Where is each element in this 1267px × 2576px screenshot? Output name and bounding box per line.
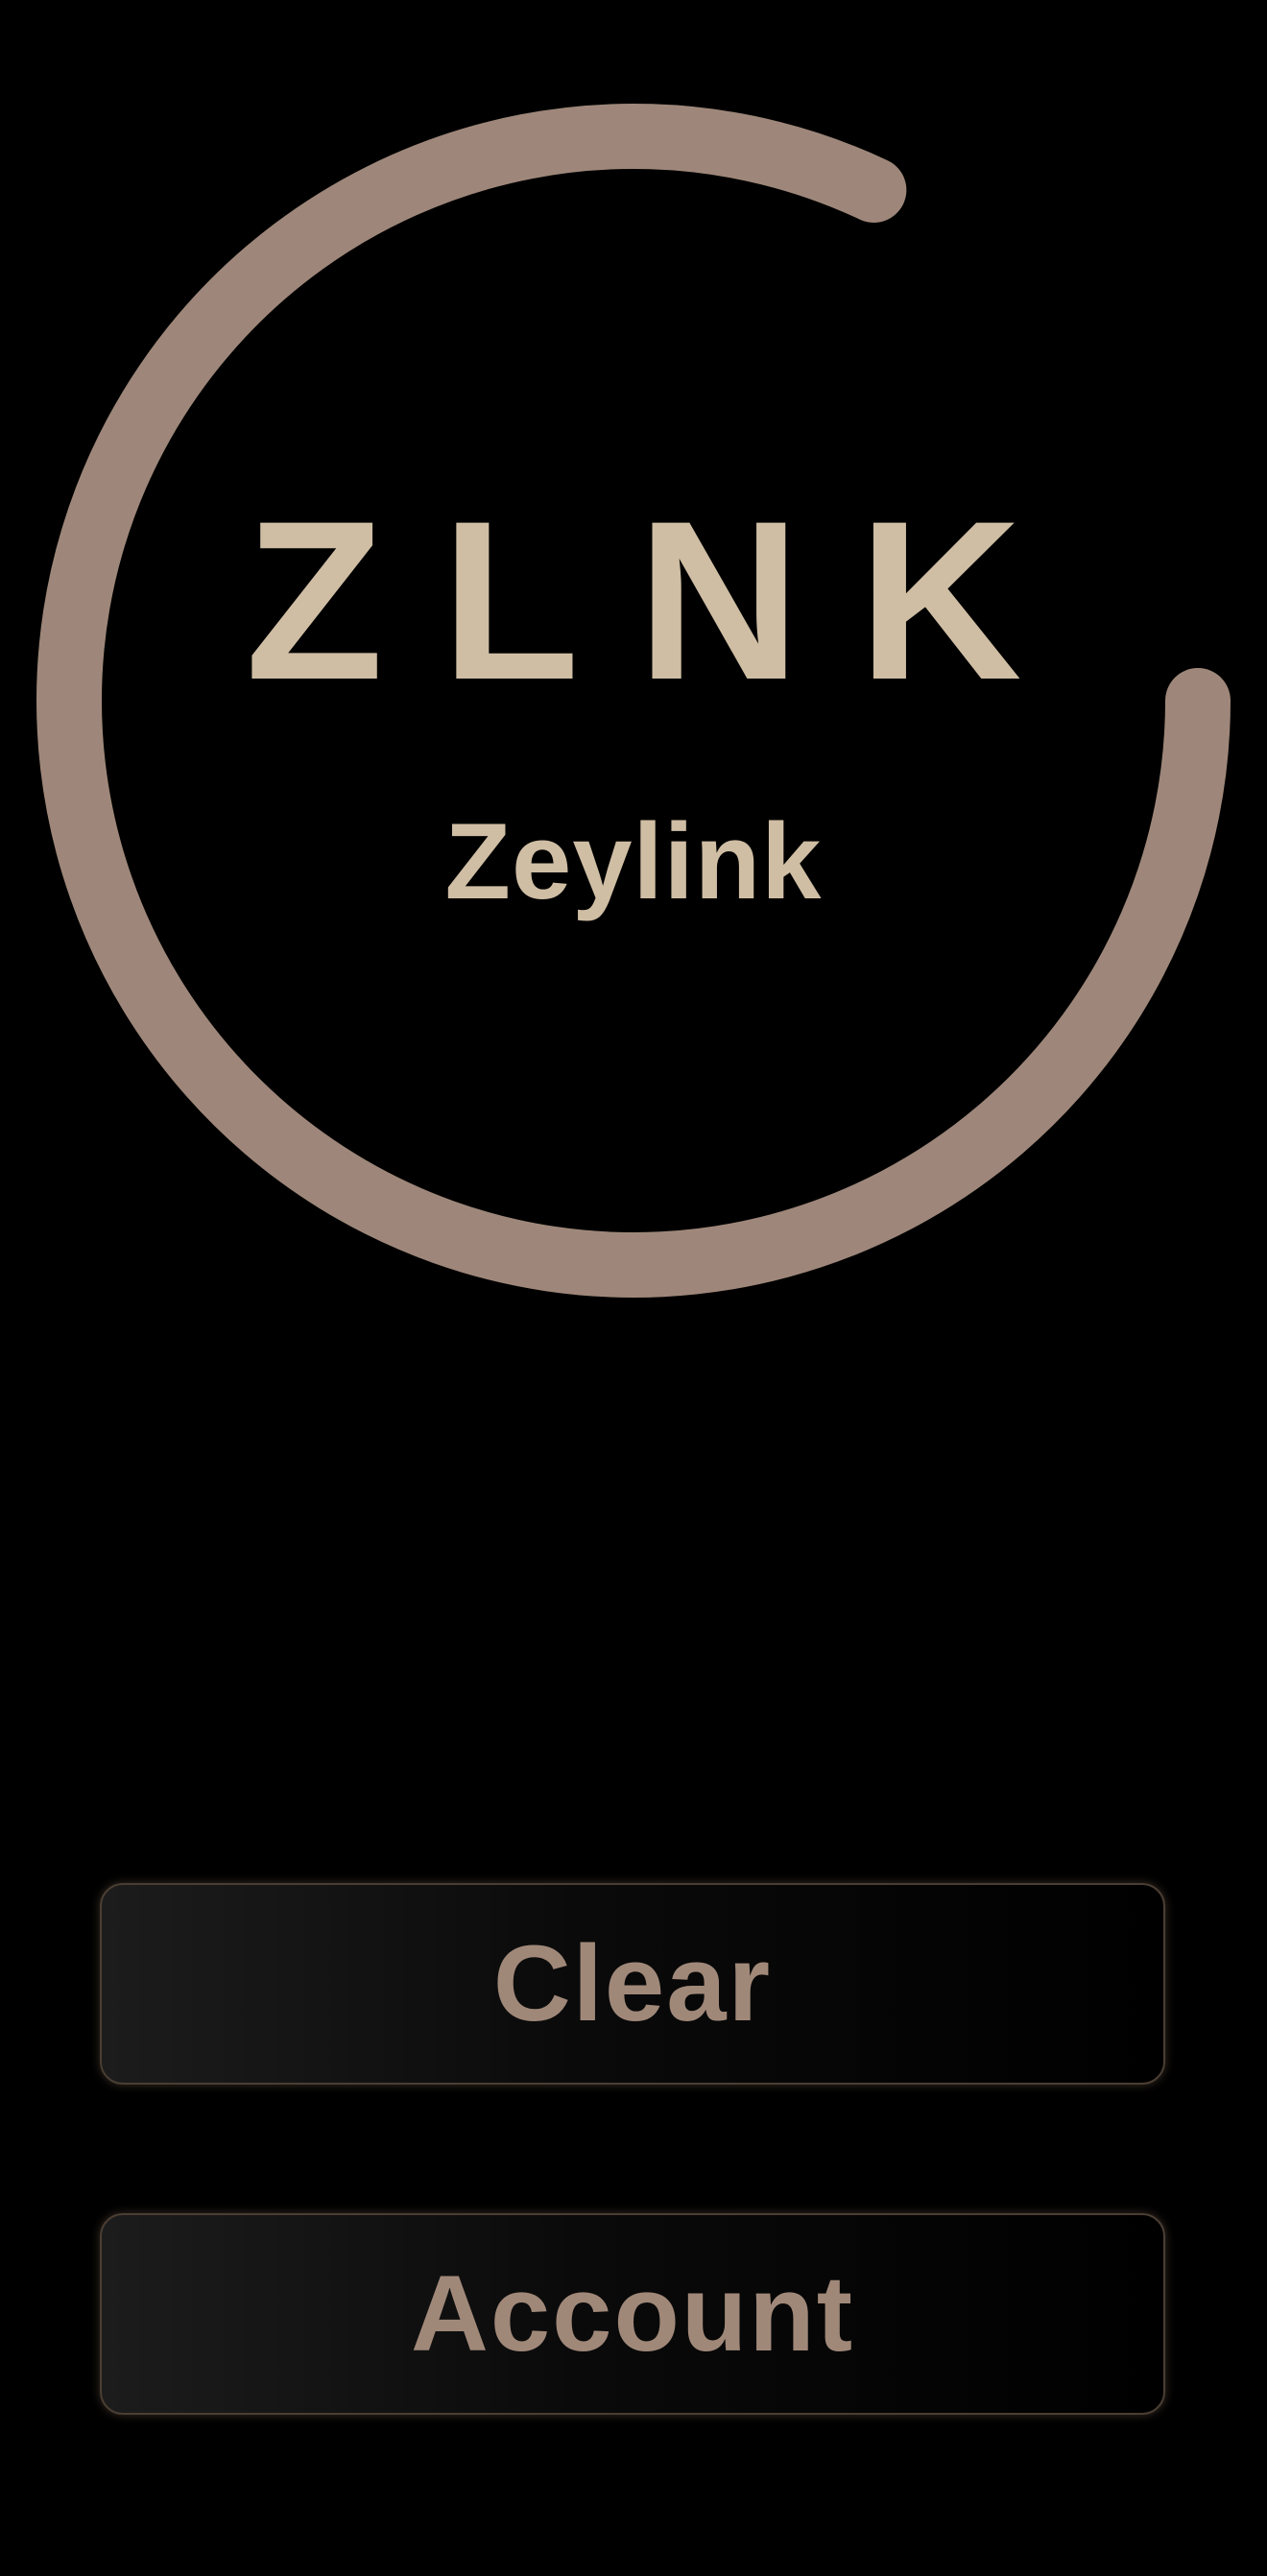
- account-button[interactable]: Account: [100, 2213, 1165, 2415]
- logo-wordmark: ZLNK: [245, 474, 1080, 727]
- account-button-label: Account: [411, 2254, 854, 2373]
- clear-button[interactable]: Clear: [100, 1883, 1165, 2085]
- app-name: Zeylink: [444, 801, 823, 921]
- clear-button-label: Clear: [492, 1923, 773, 2043]
